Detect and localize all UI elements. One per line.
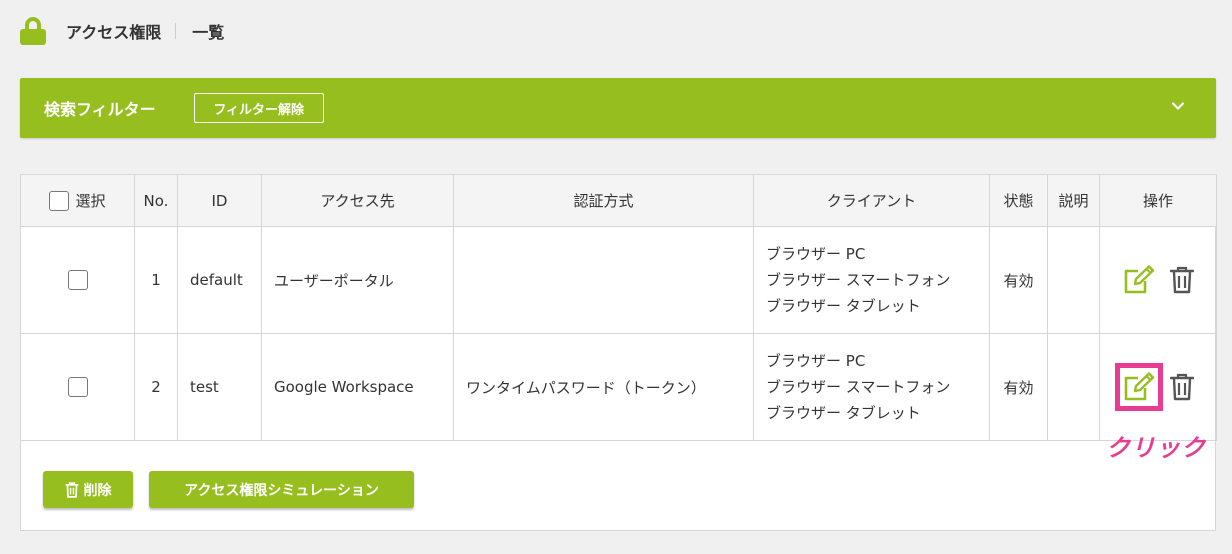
row-desc bbox=[1047, 226, 1100, 334]
search-filter-bar[interactable]: 検索フィルター フィルター解除 bbox=[20, 78, 1216, 138]
row-clients: ブラウザー PC ブラウザー スマートフォン ブラウザー タブレット bbox=[753, 333, 990, 441]
row-status: 有効 bbox=[989, 226, 1048, 334]
filter-title: 検索フィルター bbox=[44, 100, 156, 119]
delete-button[interactable]: 削除 bbox=[43, 471, 133, 508]
row-auth: ワンタイムパスワード（トークン） bbox=[453, 333, 754, 441]
breadcrumb-separator bbox=[175, 23, 177, 39]
row-checkbox[interactable] bbox=[67, 377, 88, 397]
access-list-card: 選択 No. ID アクセス先 認証方式 クライアント 状態 説明 操作 1 d… bbox=[20, 174, 1217, 531]
header-select: 選択 bbox=[20, 174, 135, 227]
header-target: アクセス先 bbox=[261, 174, 454, 227]
client-item: ブラウザー タブレット bbox=[766, 404, 921, 422]
row-actions bbox=[1100, 263, 1216, 297]
chevron-down-icon[interactable] bbox=[1172, 100, 1184, 112]
client-item: ブラウザー PC bbox=[766, 352, 866, 370]
row-no: 2 bbox=[134, 333, 178, 441]
page-title: アクセス権限 bbox=[66, 23, 162, 42]
trash-icon[interactable] bbox=[1170, 266, 1194, 294]
filter-clear-button[interactable]: フィルター解除 bbox=[193, 93, 324, 123]
page-header: アクセス権限 一覧 bbox=[20, 16, 224, 46]
table-header-row: 選択 No. ID アクセス先 認証方式 クライアント 状態 説明 操作 bbox=[20, 174, 1217, 227]
header-desc: 説明 bbox=[1047, 174, 1100, 227]
row-actions bbox=[1100, 363, 1216, 411]
row-auth bbox=[453, 226, 754, 334]
access-table: 選択 No. ID アクセス先 認証方式 クライアント 状態 説明 操作 1 d… bbox=[20, 174, 1217, 441]
row-no: 1 bbox=[134, 226, 178, 334]
edit-button[interactable] bbox=[1122, 263, 1156, 297]
header-ops: 操作 bbox=[1099, 174, 1217, 227]
select-all-checkbox[interactable] bbox=[49, 190, 70, 211]
header-client: クライアント bbox=[753, 174, 990, 227]
row-clients: ブラウザー PC ブラウザー スマートフォン ブラウザー タブレット bbox=[753, 226, 990, 334]
edit-icon bbox=[1124, 372, 1155, 401]
access-simulation-button[interactable]: アクセス権限シミュレーション bbox=[149, 471, 414, 508]
row-id: default bbox=[177, 226, 262, 334]
page-subtitle: 一覧 bbox=[192, 23, 225, 42]
trash-icon bbox=[65, 481, 78, 498]
bulk-action-buttons: 削除 アクセス権限シミュレーション bbox=[43, 471, 414, 508]
row-status: 有効 bbox=[989, 333, 1048, 441]
header-select-label: 選択 bbox=[75, 192, 106, 210]
table-row: 2 test Google Workspace ワンタイムパスワード（トークン）… bbox=[20, 333, 1217, 441]
delete-button-label: 削除 bbox=[83, 482, 112, 499]
click-annotation: クリック bbox=[1106, 434, 1206, 462]
client-item: ブラウザー タブレット bbox=[766, 297, 921, 315]
row-checkbox[interactable] bbox=[67, 270, 88, 290]
lock-icon bbox=[20, 17, 46, 45]
trash-icon[interactable] bbox=[1170, 373, 1194, 401]
header-status: 状態 bbox=[989, 174, 1048, 227]
row-desc bbox=[1047, 333, 1100, 441]
edit-icon bbox=[1124, 265, 1155, 294]
client-item: ブラウザー PC bbox=[766, 245, 866, 263]
edit-button[interactable] bbox=[1115, 363, 1163, 411]
row-target: Google Workspace bbox=[261, 333, 454, 441]
client-item: ブラウザー スマートフォン bbox=[766, 378, 951, 396]
header-id: ID bbox=[177, 174, 262, 227]
row-id: test bbox=[177, 333, 262, 441]
client-item: ブラウザー スマートフォン bbox=[766, 271, 951, 289]
header-no: No. bbox=[134, 174, 178, 227]
table-row: 1 default ユーザーポータル ブラウザー PC ブラウザー スマートフォ… bbox=[20, 226, 1217, 334]
header-auth: 認証方式 bbox=[453, 174, 754, 227]
row-target: ユーザーポータル bbox=[261, 226, 454, 334]
